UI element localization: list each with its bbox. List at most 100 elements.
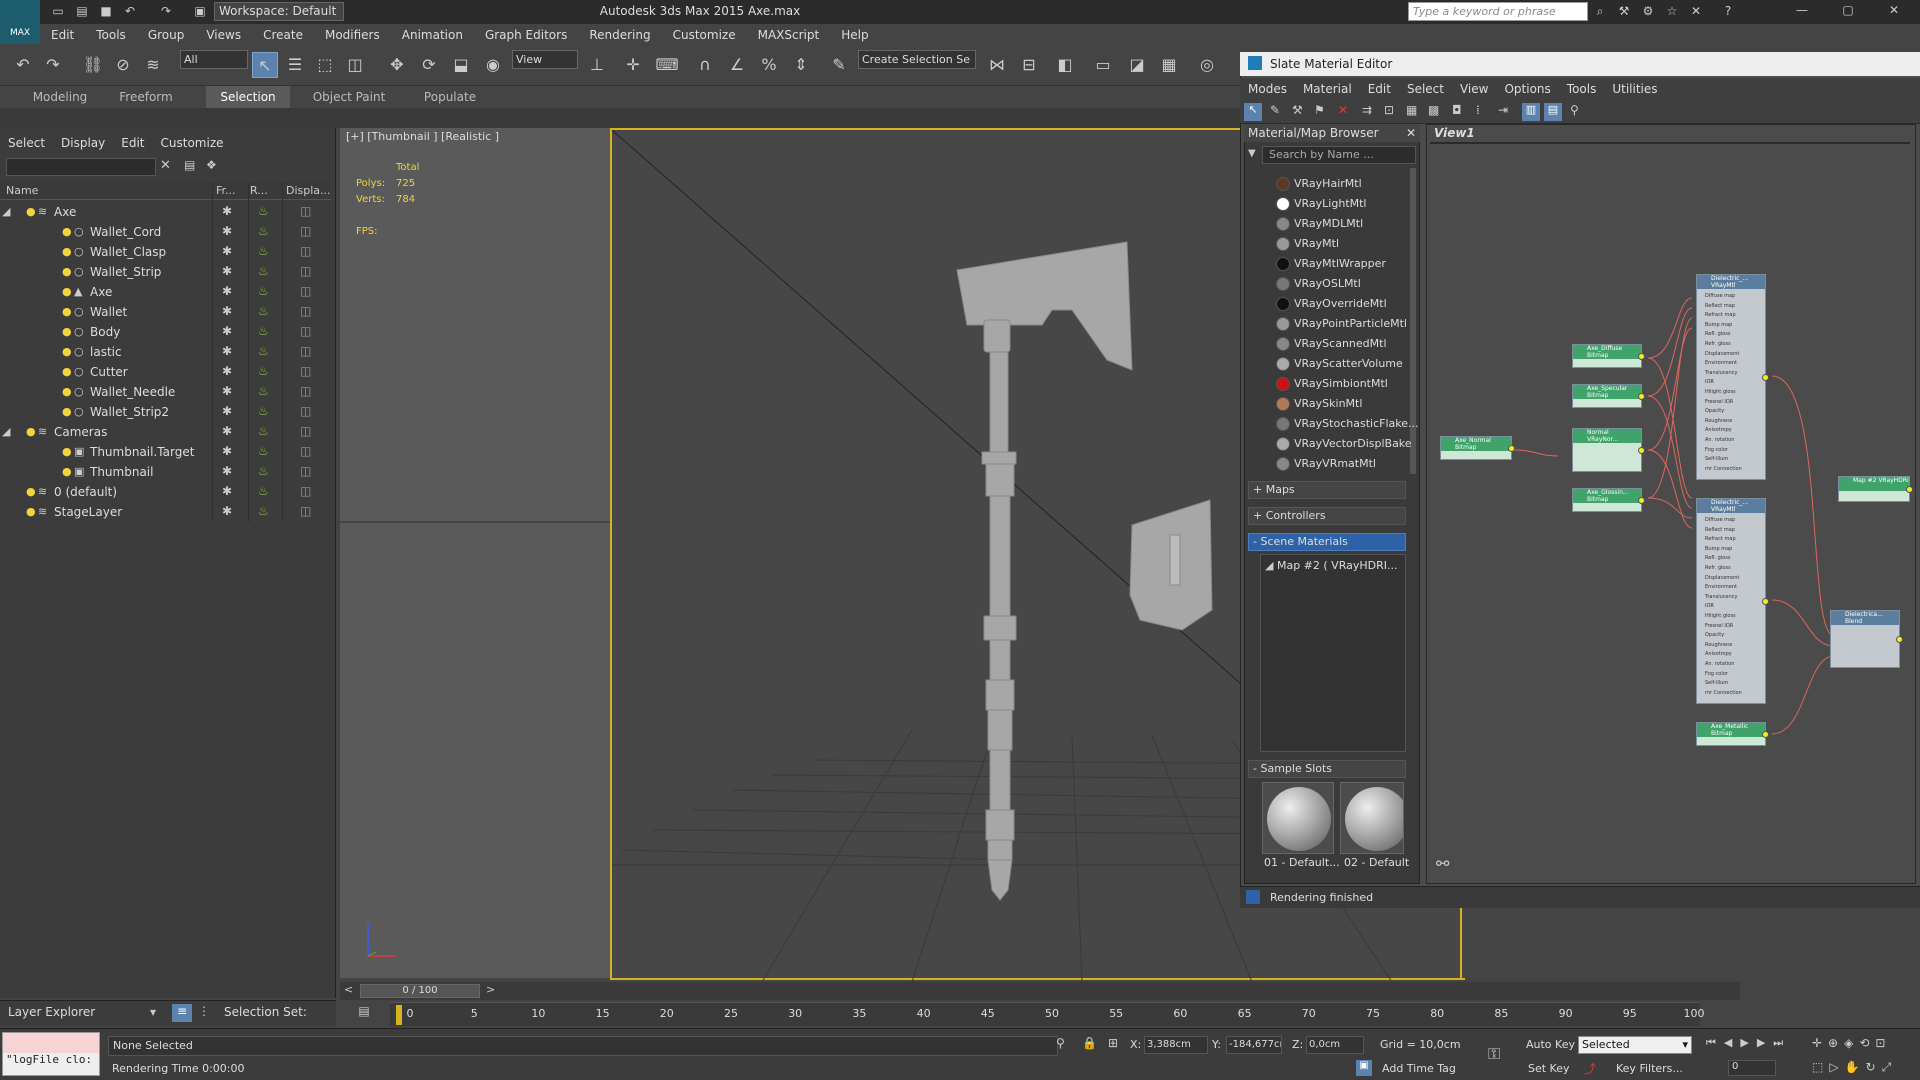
node-slot-label[interactable]: Refl. gloss — [1705, 331, 1731, 337]
slate-menu-tools[interactable]: Tools — [1559, 78, 1605, 100]
menu-modifiers[interactable]: Modifiers — [314, 24, 391, 46]
scene-materials-section[interactable]: - Scene Materials — [1248, 533, 1406, 551]
sample-slot-2[interactable] — [1340, 782, 1404, 854]
prev-frame-icon[interactable]: < — [344, 983, 353, 996]
node-glossiness[interactable]: Axe_Glossin... Bitmap — [1572, 488, 1645, 512]
bind-spacewarp-icon[interactable]: ≋ — [140, 52, 166, 78]
delete-icon[interactable]: ✕ — [1338, 103, 1348, 117]
visibility-bulb-icon[interactable]: ● — [62, 345, 72, 358]
visibility-bulb-icon[interactable]: ● — [62, 385, 72, 398]
viewport-nav-controls[interactable]: ✛⊕◈⟲⊡ — [1812, 1036, 1891, 1050]
node-slot-label[interactable]: Refr. gloss — [1705, 565, 1731, 571]
slate-menu-select[interactable]: Select — [1399, 78, 1452, 100]
node-slot-label[interactable]: Refract map — [1705, 536, 1736, 542]
scene-menu-display[interactable]: Display — [53, 132, 113, 154]
node-slot-label[interactable]: Refr. gloss — [1705, 341, 1731, 347]
select-tool-icon[interactable]: ↖ — [1244, 103, 1262, 121]
help-search-input[interactable]: Type a keyword or phrase — [1408, 2, 1588, 21]
y-coordinate-field[interactable]: -184,677cr — [1226, 1036, 1282, 1054]
sample-slots-section[interactable]: - Sample Slots — [1248, 760, 1406, 778]
node-dielectric-2[interactable]: Dielectric_... VRayMtl Diffuse map Reflect… — [1696, 498, 1769, 704]
angle-snap-icon[interactable]: ∠ — [724, 52, 750, 78]
put-to-scene-icon[interactable]: ⚒ — [1292, 103, 1303, 117]
maxscript-listener[interactable]: "logFile clo: — [2, 1032, 100, 1076]
material-item[interactable]: VRayHairMtl — [1294, 177, 1362, 190]
renderable-icon[interactable]: ♨ — [258, 364, 269, 378]
unlink-icon[interactable]: ⊘ — [110, 52, 136, 78]
menu-maxscript[interactable]: MAXScript — [747, 24, 831, 46]
close-icon[interactable]: ✕ — [1886, 2, 1902, 18]
show-end-result-icon[interactable]: ◘ — [1452, 103, 1462, 117]
menu-animation[interactable]: Animation — [391, 24, 474, 46]
node-slot-label[interactable]: Opacity — [1705, 632, 1724, 638]
node-slot-label[interactable]: IOR — [1705, 603, 1714, 609]
ribbon-tab-populate[interactable]: Populate — [408, 86, 492, 108]
menu-help[interactable]: Help — [830, 24, 879, 46]
renderable-icon[interactable]: ♨ — [258, 464, 269, 478]
scene-row[interactable]: ● ○ Wallet_Strip ✱ ♨ ◫ — [0, 262, 332, 282]
renderable-icon[interactable]: ♨ — [258, 284, 269, 298]
material-item[interactable]: VRayMDLMtl — [1294, 217, 1363, 230]
node-slot-label[interactable]: Reflect map — [1705, 527, 1735, 533]
redo-icon[interactable]: ↷ — [40, 52, 66, 78]
background-icon[interactable]: ▩ — [1428, 103, 1439, 117]
display-icon[interactable]: ◫ — [300, 424, 311, 438]
scene-row[interactable]: ● ▲ Axe ✱ ♨ ◫ — [0, 282, 332, 302]
freeze-icon[interactable]: ✱ — [222, 384, 232, 398]
place-icon[interactable]: ◉ — [480, 52, 506, 78]
scene-row[interactable]: ● ▣ Thumbnail.Target ✱ ♨ ◫ — [0, 442, 332, 462]
navigator-icon[interactable]: ⚯ — [1436, 854, 1449, 873]
node-slot-label[interactable]: Diffuse map — [1705, 517, 1735, 523]
renderable-icon[interactable]: ♨ — [258, 244, 269, 258]
scene-row[interactable]: ● ○ Body ✱ ♨ ◫ — [0, 322, 332, 342]
renderable-icon[interactable]: ♨ — [258, 204, 269, 218]
node-slot-label[interactable]: Reflect map — [1705, 303, 1735, 309]
material-item[interactable]: VRayOSLMtl — [1294, 277, 1361, 290]
filter-icon[interactable]: ▤ — [184, 158, 195, 172]
column-freeze[interactable]: Fr... — [216, 184, 236, 197]
visibility-bulb-icon[interactable]: ● — [26, 425, 36, 438]
snaps-toggle-icon[interactable]: ∩ — [692, 52, 718, 78]
visibility-bulb-icon[interactable]: ● — [62, 465, 72, 478]
node-slot-label[interactable]: Roughness — [1705, 642, 1732, 648]
visibility-bulb-icon[interactable]: ● — [62, 325, 72, 338]
select-by-material-icon[interactable]: ⚲ — [1570, 103, 1579, 117]
tools-icon[interactable]: ⚙ — [1640, 3, 1656, 19]
node-output-socket[interactable] — [1638, 447, 1645, 454]
slate-menu-view[interactable]: View — [1452, 78, 1496, 100]
key-filters-button[interactable]: Key Filters... — [1616, 1062, 1683, 1075]
edit-named-sel-icon[interactable]: ✎ — [826, 52, 852, 78]
display-icon[interactable]: ◫ — [300, 404, 311, 418]
scene-search-input[interactable] — [6, 158, 156, 176]
link-icon[interactable]: ⛓ — [80, 52, 106, 78]
slate-menu-options[interactable]: Options — [1496, 78, 1558, 100]
menu-group[interactable]: Group — [137, 24, 196, 46]
material-item[interactable]: VRayVectorDisplBake — [1294, 437, 1412, 450]
freeze-icon[interactable]: ✱ — [222, 344, 232, 358]
display-icon[interactable]: ◫ — [300, 204, 311, 218]
node-output-socket[interactable] — [1638, 497, 1645, 504]
material-item[interactable]: VRaySimbiontMtl — [1294, 377, 1388, 390]
node-slot-label[interactable]: Displacement — [1705, 575, 1739, 581]
selection-filter-dropdown[interactable]: All — [180, 50, 248, 69]
node-slot-label[interactable]: Opacity — [1705, 408, 1724, 414]
node-normal[interactable]: Normal VRayNor... — [1572, 428, 1645, 472]
freeze-icon[interactable]: ✱ — [222, 404, 232, 418]
key-mode-dropdown[interactable]: Selected ▾ — [1578, 1036, 1692, 1054]
scene-row[interactable]: ● ○ lastic ✱ ♨ ◫ — [0, 342, 332, 362]
node-slot-label[interactable]: Anisotropy — [1705, 651, 1732, 657]
scene-menu-edit[interactable]: Edit — [113, 132, 152, 154]
material-item[interactable]: VRayPointParticleMtl — [1294, 317, 1407, 330]
renderable-icon[interactable]: ♨ — [258, 324, 269, 338]
display-icon[interactable]: ◫ — [300, 224, 311, 238]
mini-curve-editor-icon[interactable]: ▤ — [350, 1004, 378, 1024]
node-dielectric-1[interactable]: Dielectric_... VRayMtl Diffuse map Reflect… — [1696, 274, 1769, 480]
node-hdri[interactable]: Map #2 VRayHDRI — [1838, 476, 1913, 502]
browser-search-input[interactable]: Search by Name ... — [1262, 146, 1416, 164]
node-blend[interactable]: Dielectrica... Blend — [1830, 610, 1903, 668]
isolate-icon[interactable]: ⚲ — [1056, 1036, 1065, 1050]
column-display[interactable]: Displa... — [286, 184, 331, 197]
material-item[interactable]: VRayLightMtl — [1294, 197, 1367, 210]
renderable-icon[interactable]: ♨ — [258, 224, 269, 238]
visibility-bulb-icon[interactable]: ● — [62, 245, 72, 258]
